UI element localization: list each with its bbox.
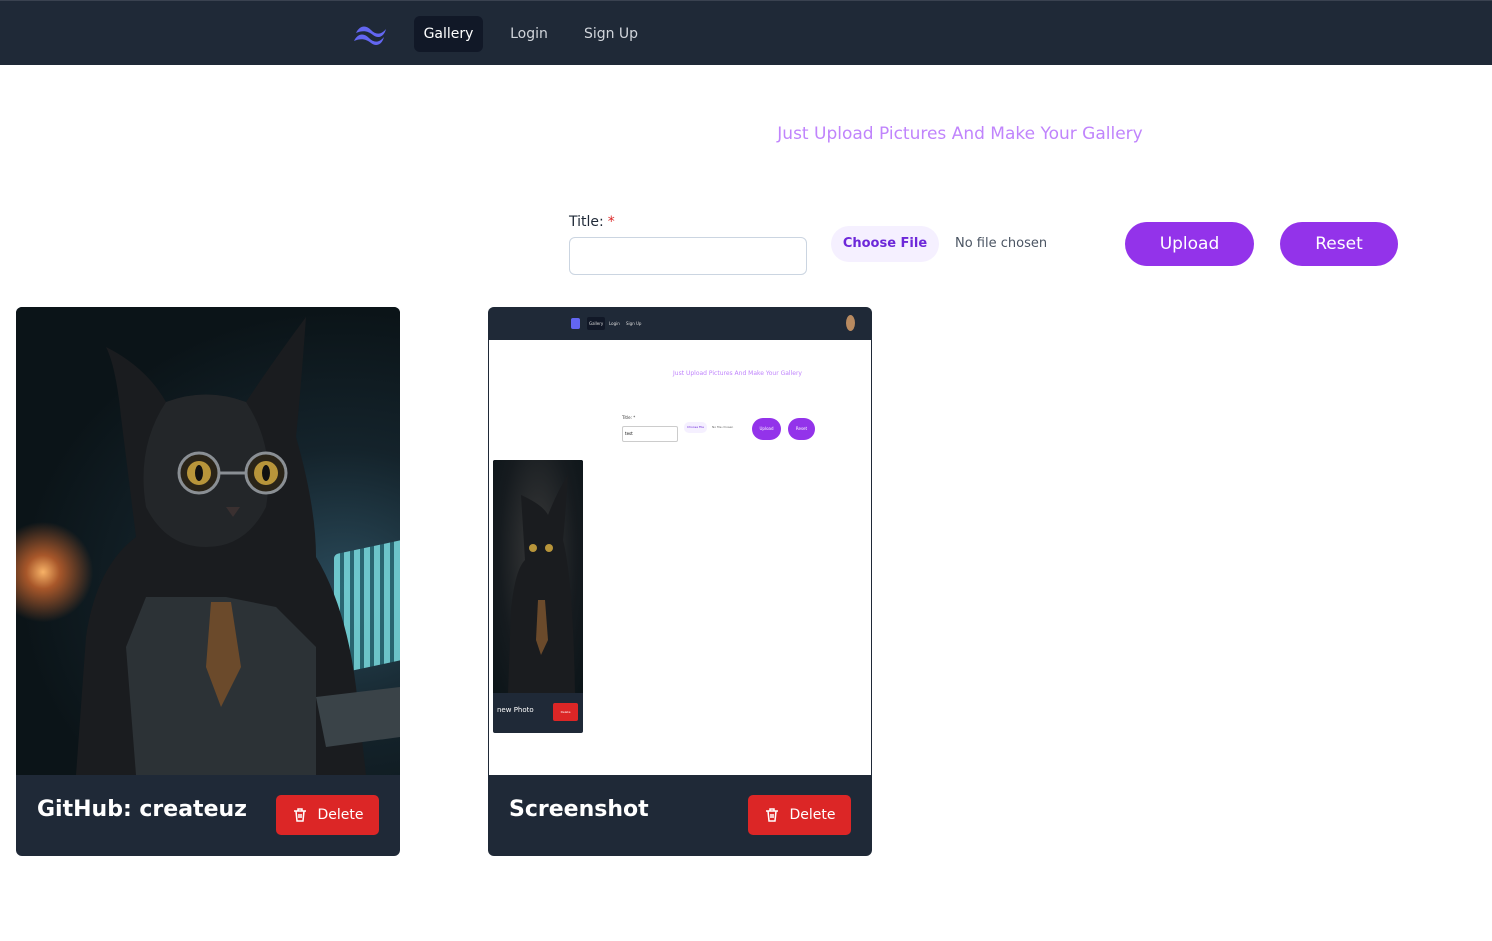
- preview-cat-icon: [508, 475, 575, 693]
- preview-tagline: Just Upload Pictures And Make Your Galle…: [673, 370, 802, 377]
- preview-card: new Photo Delete: [493, 460, 583, 733]
- file-status-text: No file chosen: [955, 236, 1048, 251]
- card-image-screenshot: Gallery Login Sign Up Just Upload Pictur…: [488, 307, 872, 775]
- card-title: GitHub: createuz: [37, 797, 247, 822]
- top-navbar: Gallery Login Sign Up: [0, 0, 1492, 65]
- trash-icon: [765, 808, 778, 822]
- title-input[interactable]: [569, 237, 807, 275]
- upload-button[interactable]: Upload: [1125, 222, 1254, 266]
- preview-card-title: new Photo: [497, 706, 534, 714]
- card-title: Screenshot: [509, 797, 649, 822]
- preview-navbar: Gallery Login Sign Up: [489, 307, 871, 340]
- delete-button-label: Delete: [789, 807, 836, 823]
- preview-delete-button: Delete: [553, 703, 578, 721]
- preview-tab-signup: Sign Up: [626, 321, 642, 326]
- nav-signup-link[interactable]: Sign Up: [575, 16, 647, 52]
- preview-card-image: [493, 460, 583, 693]
- preview-tab-login: Login: [609, 321, 620, 326]
- trash-icon: [293, 808, 306, 822]
- choose-file-button[interactable]: Choose File: [831, 226, 939, 262]
- preview-file-status: No file chosen: [712, 425, 734, 429]
- title-label: Title: *: [569, 214, 615, 230]
- page-tagline: Just Upload Pictures And Make Your Galle…: [777, 124, 1143, 144]
- nav-login-link[interactable]: Login: [500, 16, 558, 52]
- cat-illustration-icon: [76, 317, 400, 775]
- title-label-text: Title:: [569, 214, 604, 230]
- preview-tab-gallery: Gallery: [587, 317, 606, 330]
- card-image-cat: [16, 307, 400, 775]
- gallery-card: GitHub: createuz Delete: [16, 307, 400, 856]
- required-marker: *: [607, 214, 615, 230]
- reset-button[interactable]: Reset: [1280, 222, 1398, 266]
- preview-upload-button: Upload: [752, 418, 781, 440]
- preview-logo-icon: [571, 318, 580, 329]
- preview-title-input: test: [622, 426, 678, 442]
- nav-gallery-link[interactable]: Gallery: [414, 16, 483, 52]
- delete-button[interactable]: Delete: [276, 795, 379, 835]
- preview-avatar: [846, 315, 855, 331]
- preview-choose-file: Choose File: [684, 422, 707, 433]
- preview-reset-button: Reset: [788, 418, 815, 440]
- tailwind-logo-icon[interactable]: [352, 21, 390, 47]
- gallery-card: Gallery Login Sign Up Just Upload Pictur…: [488, 307, 872, 856]
- delete-button[interactable]: Delete: [748, 795, 851, 835]
- delete-button-label: Delete: [317, 807, 364, 823]
- screenshot-preview: Gallery Login Sign Up Just Upload Pictur…: [488, 307, 872, 775]
- preview-title-label: Title: *: [622, 415, 636, 420]
